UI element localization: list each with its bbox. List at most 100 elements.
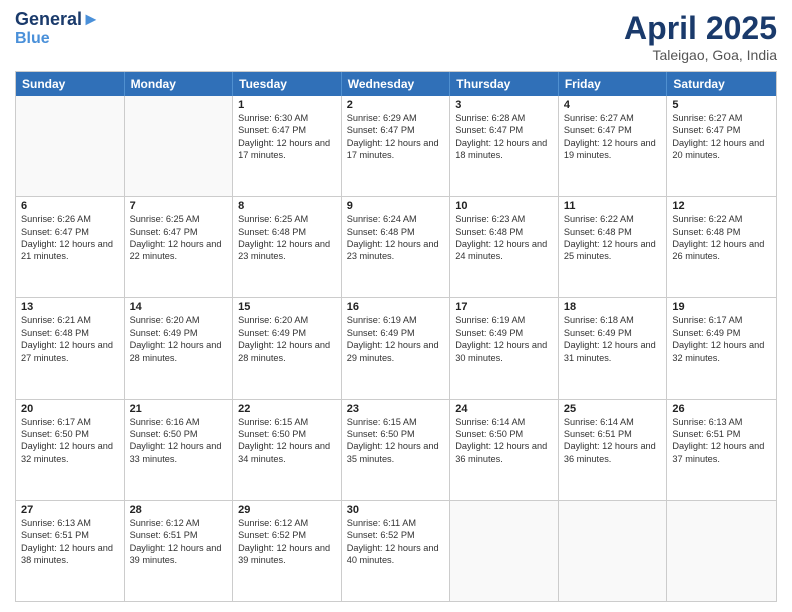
sunset-text: Sunset: 6:48 PM [564,226,662,238]
day-cell-2: 2Sunrise: 6:29 AMSunset: 6:47 PMDaylight… [342,96,451,196]
day-number: 24 [455,403,553,415]
day-cell-3: 3Sunrise: 6:28 AMSunset: 6:47 PMDaylight… [450,96,559,196]
day-cell-7: 7Sunrise: 6:25 AMSunset: 6:47 PMDaylight… [125,197,234,297]
day-cell-14: 14Sunrise: 6:20 AMSunset: 6:49 PMDayligh… [125,298,234,398]
daylight-text: Daylight: 12 hours and 18 minutes. [455,137,553,162]
daylight-text: Daylight: 12 hours and 25 minutes. [564,238,662,263]
day-cell-22: 22Sunrise: 6:15 AMSunset: 6:50 PMDayligh… [233,400,342,500]
sunset-text: Sunset: 6:52 PM [238,529,336,541]
sunset-text: Sunset: 6:48 PM [672,226,771,238]
day-number: 23 [347,403,445,415]
daylight-text: Daylight: 12 hours and 35 minutes. [347,440,445,465]
day-number: 25 [564,403,662,415]
day-cell-24: 24Sunrise: 6:14 AMSunset: 6:50 PMDayligh… [450,400,559,500]
day-cell-25: 25Sunrise: 6:14 AMSunset: 6:51 PMDayligh… [559,400,668,500]
sunset-text: Sunset: 6:47 PM [347,124,445,136]
calendar-body: 1Sunrise: 6:30 AMSunset: 6:47 PMDaylight… [16,96,776,601]
day-number: 27 [21,504,119,516]
calendar-week-5: 27Sunrise: 6:13 AM Sunset: 6:51 PM Dayligh… [16,501,776,601]
empty-cell [450,501,559,601]
day-cell-1: 1Sunrise: 6:30 AMSunset: 6:47 PMDaylight… [233,96,342,196]
day-cell-16: 16Sunrise: 6:19 AMSunset: 6:49 PMDayligh… [342,298,451,398]
sunrise-text: Sunrise: 6:13 AM [672,416,771,428]
calendar: SundayMondayTuesdayWednesdayThursdayFrid… [15,71,777,602]
sunset-text: Sunset: 6:49 PM [238,327,336,339]
sunrise-text: Sunrise: 6:19 AM [347,314,445,326]
sunrise-text: Sunrise: 6:20 AM [130,314,228,326]
day-cell-28: 28Sunrise: 6:12 AMSunset: 6:51 PMDayligh… [125,501,234,601]
daylight-text: Daylight: 12 hours and 26 minutes. [672,238,771,263]
day-cell-4: 4Sunrise: 6:27 AMSunset: 6:47 PMDaylight… [559,96,668,196]
sunrise-text: Sunrise: 6:15 AM [347,416,445,428]
day-header-sunday: Sunday [16,72,125,96]
day-cell-17: 17Sunrise: 6:19 AMSunset: 6:49 PMDayligh… [450,298,559,398]
day-number: 11 [564,200,662,212]
day-number: 4 [564,99,662,111]
sunrise-text: Sunrise: 6:28 AM [455,112,553,124]
calendar-week-2: 6Sunrise: 6:26 AMSunset: 6:47 PMDaylight… [16,197,776,298]
sunrise-text: Sunrise: 6:17 AM [21,416,119,428]
day-number: 26 [672,403,771,415]
sunset-text: Sunset: 6:49 PM [564,327,662,339]
sunrise-text: Sunrise: 6:12 AM [238,517,336,529]
day-cell-26: 26Sunrise: 6:13 AMSunset: 6:51 PMDayligh… [667,400,776,500]
day-number: 1 [238,99,336,111]
daylight-text: Daylight: 12 hours and 37 minutes. [672,440,771,465]
calendar-week-1: 1Sunrise: 6:30 AMSunset: 6:47 PMDaylight… [16,96,776,197]
sunset-text: Sunset: 6:50 PM [21,428,119,440]
day-number: 17 [455,301,553,313]
day-cell-13: 13Sunrise: 6:21 AMSunset: 6:48 PMDayligh… [16,298,125,398]
day-cell-8: 8Sunrise: 6:25 AMSunset: 6:48 PMDaylight… [233,197,342,297]
day-number: 8 [238,200,336,212]
daylight-text: Daylight: 12 hours and 36 minutes. [564,440,662,465]
day-number: 7 [130,200,228,212]
sunset-text: Sunset: 6:47 PM [238,124,336,136]
sunset-text: Sunset: 6:48 PM [347,226,445,238]
day-cell-10: 10Sunrise: 6:23 AMSunset: 6:48 PMDayligh… [450,197,559,297]
day-cell-5: 5Sunrise: 6:27 AMSunset: 6:47 PMDaylight… [667,96,776,196]
sunset-text: Sunset: 6:51 PM [130,529,228,541]
sunset-text: Sunset: 6:49 PM [347,327,445,339]
header: General► Blue April 2025 Taleigao, Goa, … [15,10,777,63]
sunrise-text: Sunrise: 6:12 AM [130,517,228,529]
sunrise-text: Sunrise: 6:25 AM [238,213,336,225]
daylight-text: Daylight: 12 hours and 32 minutes. [672,339,771,364]
sunset-text: Sunset: 6:48 PM [238,226,336,238]
day-number: 20 [21,403,119,415]
day-cell-19: 19Sunrise: 6:17 AMSunset: 6:49 PMDayligh… [667,298,776,398]
day-number: 15 [238,301,336,313]
sunrise-text: Sunrise: 6:21 AM [21,314,119,326]
day-number: 30 [347,504,445,516]
sunset-text: Sunset: 6:52 PM [347,529,445,541]
sunrise-text: Sunrise: 6:13 AM [21,517,119,529]
daylight-text: Daylight: 12 hours and 17 minutes. [238,137,336,162]
calendar-header: SundayMondayTuesdayWednesdayThursdayFrid… [16,72,776,96]
sunset-text: Sunset: 6:49 PM [455,327,553,339]
sunset-text: Sunset: 6:49 PM [130,327,228,339]
sunset-text: Sunset: 6:47 PM [21,226,119,238]
sunset-text: Sunset: 6:50 PM [238,428,336,440]
day-number: 22 [238,403,336,415]
sunrise-text: Sunrise: 6:16 AM [130,416,228,428]
daylight-text: Daylight: 12 hours and 32 minutes. [21,440,119,465]
day-number: 10 [455,200,553,212]
day-header-wednesday: Wednesday [342,72,451,96]
sunrise-text: Sunrise: 6:27 AM [564,112,662,124]
sunrise-text: Sunrise: 6:14 AM [564,416,662,428]
empty-cell [667,501,776,601]
daylight-text: Daylight: 12 hours and 36 minutes. [455,440,553,465]
sunrise-text: Sunrise: 6:27 AM [672,112,771,124]
daylight-text: Daylight: 12 hours and 22 minutes. [130,238,228,263]
day-number: 3 [455,99,553,111]
sunrise-text: Sunrise: 6:11 AM [347,517,445,529]
daylight-text: Daylight: 12 hours and 34 minutes. [238,440,336,465]
sunset-text: Sunset: 6:51 PM [672,428,771,440]
day-cell-6: 6Sunrise: 6:26 AMSunset: 6:47 PMDaylight… [16,197,125,297]
daylight-text: Daylight: 12 hours and 40 minutes. [347,542,445,567]
day-number: 13 [21,301,119,313]
daylight-text: Daylight: 12 hours and 31 minutes. [564,339,662,364]
sunrise-text: Sunrise: 6:22 AM [564,213,662,225]
sunset-text: Sunset: 6:50 PM [130,428,228,440]
sunrise-text: Sunrise: 6:26 AM [21,213,119,225]
daylight-text: Daylight: 12 hours and 17 minutes. [347,137,445,162]
